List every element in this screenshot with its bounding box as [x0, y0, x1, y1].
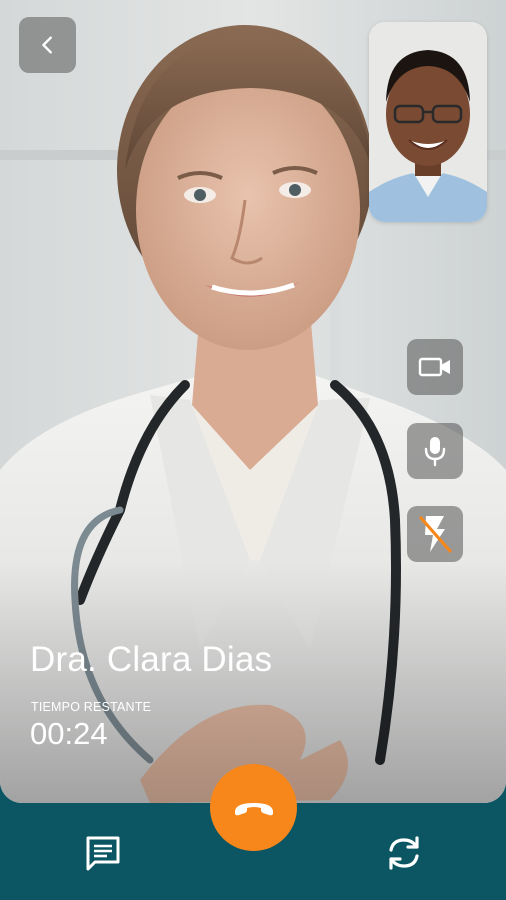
toggle-video-button[interactable]	[407, 339, 463, 395]
chat-button[interactable]	[80, 830, 126, 876]
switch-camera-button[interactable]	[380, 830, 428, 876]
camera-switch-icon	[389, 836, 419, 870]
remote-video-area: Dra. Clara Dias TIEMPO RESTANTE 00:24	[0, 0, 506, 803]
back-button[interactable]	[19, 17, 76, 73]
chevron-left-icon	[41, 36, 52, 54]
flash-off-icon	[419, 516, 452, 553]
time-remaining-label: TIEMPO RESTANTE	[31, 700, 152, 714]
time-remaining-value: 00:24	[30, 716, 108, 751]
chat-icon	[86, 836, 120, 871]
toggle-mic-button[interactable]	[407, 423, 463, 479]
self-video-feed	[369, 22, 487, 222]
doctor-name: Dra. Clara Dias	[30, 640, 273, 679]
phone-hangup-icon	[234, 802, 273, 815]
self-video-preview[interactable]	[369, 22, 487, 222]
end-call-button[interactable]	[210, 764, 297, 851]
toggle-flash-button[interactable]	[407, 506, 463, 562]
microphone-icon	[424, 437, 446, 467]
video-camera-icon	[418, 357, 450, 377]
